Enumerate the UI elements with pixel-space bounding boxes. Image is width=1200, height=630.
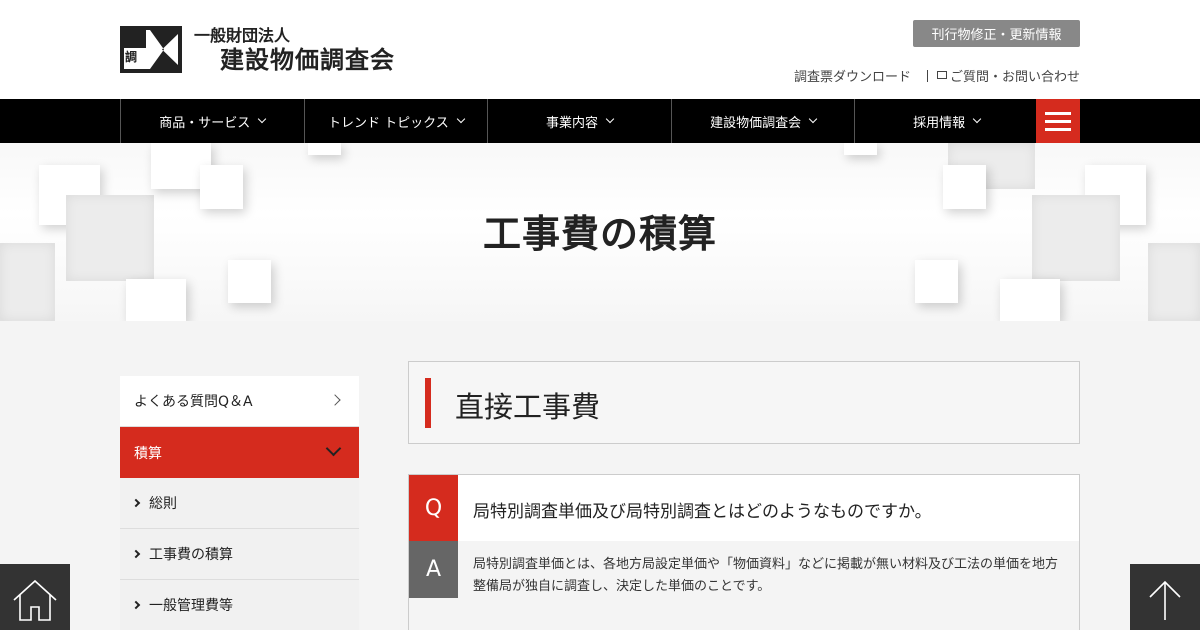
contact-link[interactable]: ご質問・お問い合わせ bbox=[950, 66, 1080, 85]
chevron-down-icon bbox=[258, 114, 267, 124]
sidebar-nav: よくある質問Q＆A 積算 総則 工事費の積算 一般管理費等 bbox=[120, 376, 359, 630]
sidebar-subitem-construction-cost[interactable]: 工事費の積算 bbox=[120, 529, 359, 580]
page-hero: 工事費の積算 bbox=[0, 143, 1200, 321]
chevron-right-icon bbox=[131, 498, 141, 508]
site-header: 調 一般財団法人 建設物価調査会 刊行物修正・更新情報 調査票ダウンロード ご質… bbox=[0, 0, 1200, 99]
chevron-down-icon bbox=[325, 440, 342, 457]
sidebar-item-faq[interactable]: よくある質問Q＆A bbox=[120, 376, 359, 427]
chevron-right-icon bbox=[131, 549, 141, 559]
nav-item-label: 採用情報 bbox=[913, 115, 966, 131]
arrow-up-icon bbox=[1149, 580, 1181, 620]
decorative-cube bbox=[915, 260, 958, 303]
nav-item-label: 建設物価調査会 bbox=[710, 115, 802, 131]
home-button[interactable] bbox=[0, 564, 70, 630]
chevron-down-icon bbox=[972, 114, 982, 124]
global-nav: 商品・サービス トレンド トピックス 事業内容 建設物価調査会 採用情報 bbox=[0, 99, 1200, 143]
sidebar-item-label: 総則 bbox=[149, 496, 177, 512]
chevron-down-icon bbox=[456, 114, 466, 124]
hamburger-menu-button[interactable] bbox=[1036, 99, 1080, 143]
nav-item-products[interactable]: 商品・サービス bbox=[120, 99, 304, 143]
nav-item-label: 商品・サービス bbox=[159, 115, 251, 131]
sidebar-item-label: 一般管理費等 bbox=[149, 598, 233, 614]
logo-org-type: 一般財団法人 bbox=[194, 25, 291, 45]
chevron-right-icon bbox=[131, 600, 141, 610]
question-row: Q 局特別調査単価及び局特別調査とはどのようなものですか。 bbox=[409, 475, 1079, 541]
logo-mark-icon: 調 bbox=[120, 26, 182, 73]
decorative-cube bbox=[228, 260, 271, 303]
nav-item-recruit[interactable]: 採用情報 bbox=[854, 99, 1038, 143]
utility-links: 調査票ダウンロード ご質問・お問い合わせ bbox=[794, 66, 1080, 85]
section-heading: 直接工事費 bbox=[408, 361, 1080, 444]
sidebar-item-label: よくある質問Q＆A bbox=[134, 394, 253, 410]
nav-item-about[interactable]: 建設物価調査会 bbox=[670, 99, 855, 143]
site-logo[interactable]: 調 一般財団法人 建設物価調査会 bbox=[120, 26, 395, 73]
nav-item-trend-topics[interactable]: トレンド トピックス bbox=[303, 99, 488, 143]
sidebar-subitem-general[interactable]: 総則 bbox=[120, 478, 359, 529]
question-text: 局特別調査単価及び局特別調査とはどのようなものですか。 bbox=[473, 502, 932, 522]
heading-accent-bar bbox=[425, 378, 431, 428]
sidebar-item-label: 工事費の積算 bbox=[149, 547, 233, 563]
logo-mark-text: 調 bbox=[125, 50, 138, 64]
decorative-cube bbox=[1000, 279, 1060, 321]
answer-badge: A bbox=[409, 541, 458, 598]
hamburger-icon bbox=[1045, 111, 1071, 115]
decorative-cube bbox=[844, 143, 877, 155]
qa-block: Q 局特別調査単価及び局特別調査とはどのようなものですか。 A 局特別調査単価と… bbox=[408, 474, 1080, 630]
update-info-button[interactable]: 刊行物修正・更新情報 bbox=[913, 20, 1080, 47]
divider bbox=[926, 69, 928, 82]
nav-item-business[interactable]: 事業内容 bbox=[487, 99, 671, 143]
chevron-right-icon bbox=[329, 394, 341, 406]
home-icon bbox=[13, 579, 57, 621]
download-link[interactable]: 調査票ダウンロード bbox=[794, 66, 911, 85]
mail-icon bbox=[936, 70, 947, 79]
decorative-cube bbox=[126, 279, 186, 321]
chevron-down-icon bbox=[808, 114, 818, 124]
question-badge: Q bbox=[409, 475, 458, 541]
chevron-down-icon bbox=[605, 114, 615, 124]
sidebar-item-label: 積算 bbox=[134, 445, 162, 462]
logo-org-name: 建設物価調査会 bbox=[220, 45, 395, 74]
page-title: 工事費の積算 bbox=[482, 212, 717, 256]
nav-item-label: トレンド トピックス bbox=[328, 115, 449, 131]
section-title: 直接工事費 bbox=[455, 390, 601, 424]
sidebar-subitem-admin-cost[interactable]: 一般管理費等 bbox=[120, 580, 359, 630]
back-to-top-button[interactable] bbox=[1130, 564, 1200, 630]
sidebar-item-estimation[interactable]: 積算 bbox=[120, 427, 359, 478]
decorative-cube bbox=[308, 143, 341, 155]
answer-text: 局特別調査単価とは、各地方局設定単価や「物価資料」などに掲載が無い材料及び工法の… bbox=[473, 557, 1059, 594]
nav-item-label: 事業内容 bbox=[545, 115, 598, 131]
